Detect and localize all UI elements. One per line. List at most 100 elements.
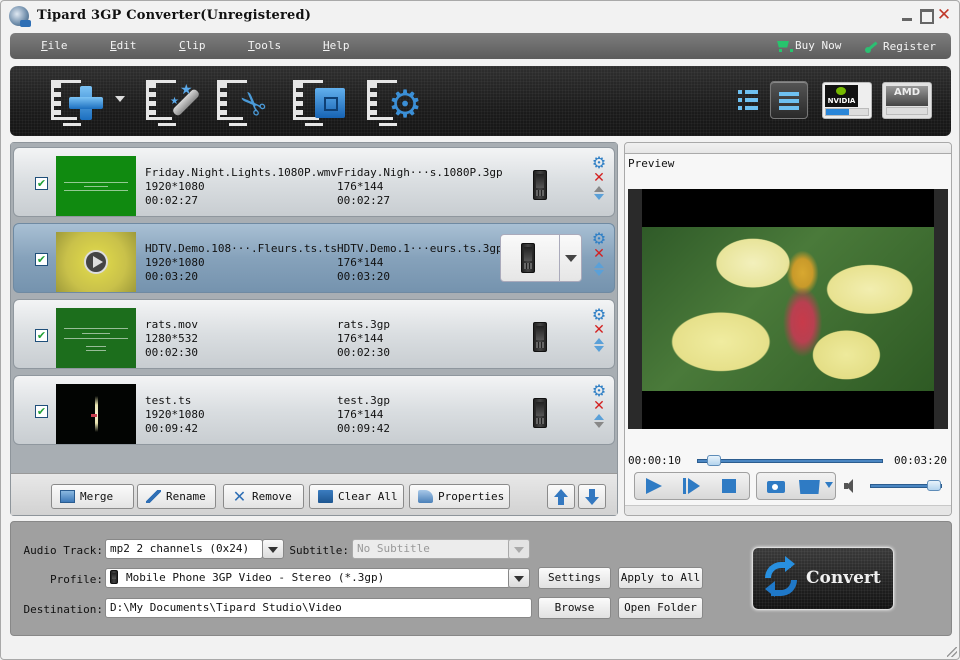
maximize-button[interactable] [919,7,935,24]
menu-accel: F [41,39,48,52]
menu-help[interactable]: Help [323,39,350,52]
move-down-icon[interactable] [594,270,604,276]
nvidia-logo: NVIDIA [825,85,858,107]
delete-icon[interactable]: ✕ [592,247,606,261]
menu-tools[interactable]: Tools [248,39,281,52]
volume-icon[interactable] [844,479,860,493]
close-button[interactable]: ✕ [936,7,952,24]
file-list-panel: ✔ Friday.Night.Lights.1080P.wmv 1920*108… [10,142,618,516]
video-thumbnail[interactable] [56,308,136,368]
delete-icon[interactable]: ✕ [592,323,606,337]
mobile-phone-profile-icon[interactable] [533,322,547,352]
nvidia-acceleration-toggle[interactable]: NVIDIA [822,82,872,119]
browse-button[interactable]: Browse [538,597,611,619]
output-filename[interactable]: rats.3gp [337,318,390,332]
delete-icon[interactable]: ✕ [592,399,606,413]
edit-effect-button[interactable]: ★ ★ [146,78,204,126]
arrow-down-icon [585,497,599,505]
register-link[interactable]: Register [865,39,936,53]
seek-handle[interactable] [707,455,721,466]
settings-gear-icon[interactable]: ⚙ [591,231,607,247]
file-row[interactable]: ✔ test.ts 1920*1080 00:09:42 test.3gp 17… [13,375,615,445]
preview-footer [625,505,951,515]
output-resolution: 176*144 [337,408,384,421]
output-filename[interactable]: Friday.Nigh···s.1080P.3gp [337,166,503,180]
list-view-button[interactable] [735,81,773,119]
rename-button[interactable]: Rename [137,484,216,509]
preferences-button[interactable]: ⚙ [367,78,425,126]
buy-now-link[interactable]: Buy Now [775,39,841,52]
mobile-phone-profile-icon[interactable] [533,170,547,200]
move-down-icon[interactable] [594,194,604,200]
remove-button[interactable]: ✕ Remove [223,484,304,509]
move-down-button[interactable] [578,484,606,509]
subtitle-select[interactable]: No Subtitle [352,539,510,559]
file-row[interactable]: ✔ rats.mov 1280*532 00:02:30 rats.3gp 17… [13,299,615,369]
move-up-icon[interactable] [594,262,604,268]
volume-handle[interactable] [927,480,941,491]
mobile-phone-profile-icon[interactable] [533,398,547,428]
file-row[interactable]: ✔ HDTV.Demo.108···.Fleurs.ts.ts 1920*108… [13,223,615,293]
file-checkbox[interactable]: ✔ [35,253,48,266]
move-up-icon[interactable] [594,414,604,420]
toolbar: ★ ★ ✂ ⚙ NVIDIA AMD [10,66,951,136]
open-folder-button[interactable]: Open Folder [618,597,703,619]
profile-dropdown[interactable] [500,234,582,282]
stop-icon[interactable] [721,478,739,494]
file-checkbox[interactable]: ✔ [35,329,48,342]
clear-all-button[interactable]: Clear All [309,484,404,509]
output-duration: 00:02:30 [337,346,390,359]
video-thumbnail[interactable] [56,156,136,216]
step-forward-icon[interactable] [683,478,701,494]
gear-icon: ⚙ [387,82,423,126]
apply-to-all-button[interactable]: Apply to All [618,567,703,589]
audio-track-select[interactable]: mp2 2 channels (0x24) [105,539,263,559]
snapshot-folder-icon[interactable] [799,478,833,494]
settings-gear-icon[interactable]: ⚙ [591,383,607,399]
move-down-icon[interactable] [594,346,604,352]
seek-slider[interactable] [697,455,883,466]
clear-all-label: Clear All [338,490,398,503]
move-up-icon[interactable] [594,338,604,344]
source-duration: 00:02:27 [145,194,198,207]
video-preview[interactable] [628,189,948,429]
snapshot-camera-icon[interactable] [767,478,785,494]
file-checkbox[interactable]: ✔ [35,177,48,190]
add-file-button[interactable] [51,78,109,126]
convert-button[interactable]: Convert [752,547,894,610]
profile-select[interactable]: Mobile Phone 3GP Video - Stereo (*.3gp) [105,568,510,588]
settings-gear-icon[interactable]: ⚙ [591,307,607,323]
play-icon[interactable] [84,250,108,274]
subtitle-dropdown-button[interactable] [508,539,530,559]
move-up-button[interactable] [547,484,575,509]
menu-edit[interactable]: Edit [110,39,137,52]
output-filename[interactable]: test.3gp [337,394,390,408]
crop-button[interactable] [293,78,351,126]
resize-grip-icon[interactable] [947,647,957,657]
menu-file[interactable]: File [41,39,68,52]
menu-label: dit [116,39,137,52]
video-thumbnail[interactable] [56,232,136,292]
file-checkbox[interactable]: ✔ [35,405,48,418]
add-file-dropdown-icon[interactable] [115,96,125,102]
move-down-icon[interactable] [594,422,604,428]
merge-button[interactable]: Merge [51,484,134,509]
volume-slider[interactable] [870,480,942,491]
delete-icon[interactable]: ✕ [592,171,606,185]
audio-track-dropdown-button[interactable] [262,539,284,559]
settings-gear-icon[interactable]: ⚙ [591,155,607,171]
file-row[interactable]: ✔ Friday.Night.Lights.1080P.wmv 1920*108… [13,147,615,217]
detail-view-button[interactable] [770,81,808,119]
settings-button[interactable]: Settings [538,567,611,589]
video-thumbnail[interactable] [56,384,136,444]
move-up-icon[interactable] [594,186,604,192]
trim-button[interactable]: ✂ [217,78,276,126]
output-filename[interactable]: HDTV.Demo.1···eurs.ts.3gp [337,242,503,256]
menu-clip[interactable]: Clip [179,39,206,52]
minimize-button[interactable] [900,7,916,23]
properties-button[interactable]: Properties [409,484,510,509]
amd-acceleration-toggle[interactable]: AMD [882,82,932,119]
play-icon[interactable] [645,478,663,494]
profile-dropdown-button[interactable] [508,568,530,588]
destination-input[interactable]: D:\My Documents\Tipard Studio\Video [105,598,532,618]
